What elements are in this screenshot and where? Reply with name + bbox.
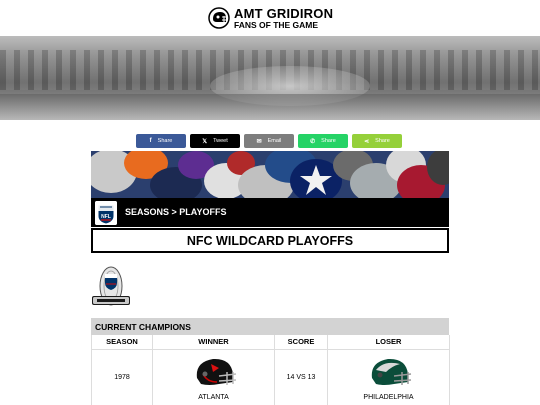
share-label: Share bbox=[157, 138, 173, 144]
share-label: Share bbox=[321, 138, 336, 144]
nfl-shield-icon: NFL bbox=[95, 201, 117, 225]
score-cell: 14 VS 13 bbox=[274, 348, 328, 405]
football-helmet-logo-icon[interactable] bbox=[208, 7, 230, 29]
season-cell: 1978 bbox=[91, 348, 153, 405]
winner-team-name: ATLANTA bbox=[198, 393, 229, 401]
whatsapp-icon: ✆ bbox=[310, 138, 316, 145]
column-header-winner: WINNER bbox=[152, 335, 275, 349]
stadium-hero-image bbox=[0, 36, 540, 120]
falcons-helmet-icon bbox=[196, 358, 236, 385]
site-title[interactable]: AMT GRIDIRON bbox=[234, 6, 333, 21]
page-title: NFC WILDCARD PLAYOFFS bbox=[91, 228, 449, 253]
champions-heading: CURRENT CHAMPIONS bbox=[91, 318, 449, 335]
table-row: 1978 ATLANTA 14 VS 13 PHILADELPHIA bbox=[91, 348, 450, 405]
loser-cell[interactable]: PHILADELPHIA bbox=[327, 348, 450, 405]
share-label: Email bbox=[267, 138, 282, 144]
site-tagline: FANS OF THE GAME bbox=[234, 20, 319, 30]
share-label: Tweet bbox=[213, 138, 228, 144]
email-icon: ✉ bbox=[256, 138, 262, 145]
share-bar: f Share 𝕏 Tweet ✉ Email ✆ Share ⋖ Share bbox=[136, 134, 402, 148]
x-tweet-button[interactable]: 𝕏 Tweet bbox=[190, 134, 240, 148]
loser-team-name: PHILADELPHIA bbox=[363, 393, 414, 401]
current-champions-section: CURRENT CHAMPIONS SEASON WINNER SCORE LO… bbox=[91, 318, 450, 405]
nfl-wildcard-logo-icon bbox=[92, 266, 130, 306]
table-header-row: SEASON WINNER SCORE LOSER bbox=[91, 335, 450, 349]
breadcrumb: NFL SEASONS > PLAYOFFS bbox=[91, 198, 449, 227]
share-icon: ⋖ bbox=[364, 138, 370, 145]
svg-text:NFL: NFL bbox=[101, 214, 111, 220]
column-header-loser: LOSER bbox=[327, 335, 450, 349]
winner-cell[interactable]: ATLANTA bbox=[152, 348, 275, 405]
share-label: Share bbox=[375, 138, 390, 144]
facebook-icon: f bbox=[149, 138, 152, 144]
x-icon: 𝕏 bbox=[202, 138, 208, 145]
site-header: AMT GRIDIRON FANS OF THE GAME bbox=[0, 0, 540, 36]
email-share-button[interactable]: ✉ Email bbox=[244, 134, 294, 148]
column-header-score: SCORE bbox=[274, 335, 328, 349]
column-header-season: SEASON bbox=[91, 335, 153, 349]
eagles-helmet-icon bbox=[371, 358, 411, 385]
facebook-share-button[interactable]: f Share bbox=[136, 134, 186, 148]
generic-share-button[interactable]: ⋖ Share bbox=[352, 134, 402, 148]
breadcrumb-text[interactable]: SEASONS > PLAYOFFS bbox=[125, 207, 226, 217]
whatsapp-share-button[interactable]: ✆ Share bbox=[298, 134, 348, 148]
team-helmets-banner bbox=[91, 151, 449, 198]
champions-table: SEASON WINNER SCORE LOSER 1978 ATLANTA 1… bbox=[91, 335, 450, 405]
